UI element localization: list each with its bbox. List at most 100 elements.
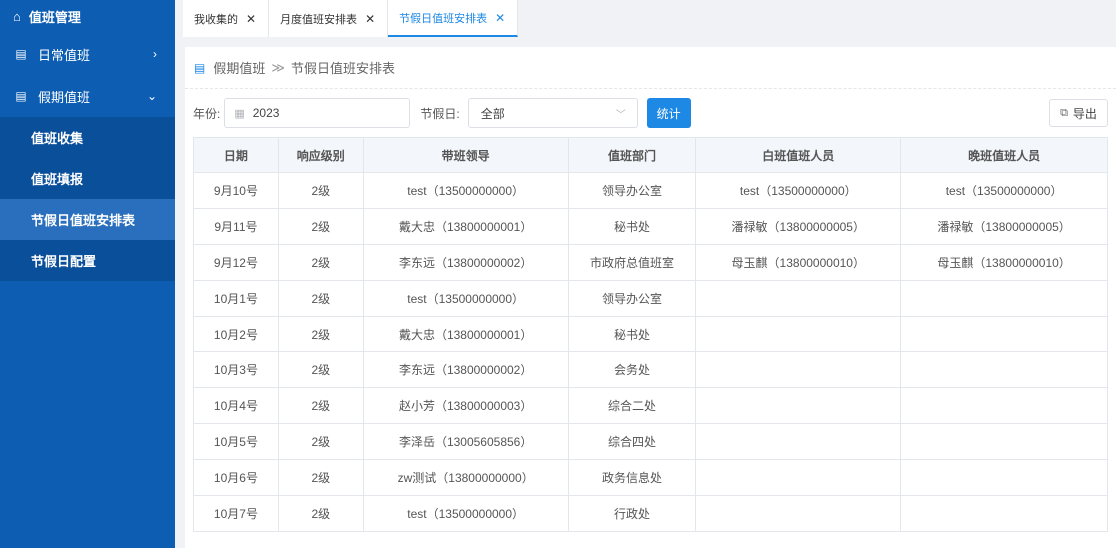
table-row[interactable]: 10月3号 2级 李东远（13800000002） 会务处 [193, 351, 1108, 389]
cell-date: 10月5号 [193, 423, 279, 461]
tab-label: 月度值班安排表 [280, 13, 358, 26]
chevron-right-icon: › [153, 47, 157, 61]
cell-leader: 赵小芳（13800000003） [362, 387, 569, 425]
column-header-day-staff[interactable]: 白班值班人员 [695, 137, 902, 173]
table-row[interactable]: 10月4号 2级 赵小芳（13800000003） 综合二处 [193, 387, 1108, 425]
column-header-department[interactable]: 值班部门 [567, 137, 697, 173]
tab-bar: 我收集的 ✕ 月度值班安排表 ✕ 节假日值班安排表 ✕ [175, 0, 1116, 37]
sidebar-item-daily-duty[interactable]: ▤ 日常值班 › [0, 33, 175, 75]
cell-leader: test（13500000000） [362, 172, 569, 209]
sidebar-item-holiday-schedule[interactable]: 节假日值班安排表 [0, 199, 175, 240]
holiday-label: 节假日: [420, 106, 460, 121]
breadcrumb-current: 节假日值班安排表 [290, 61, 395, 76]
table-row[interactable]: 9月12号 2级 李东远（13800000002） 市政府总值班室 母玉麒（138000… [193, 243, 1108, 281]
close-icon[interactable]: ✕ [246, 12, 256, 26]
cell-leader: 戴大忠（13800000001） [362, 207, 569, 245]
cell-department: 秘书处 [567, 315, 697, 353]
table-row[interactable]: 10月5号 2级 李泽岳（13005605856） 综合四处 [193, 423, 1108, 461]
year-picker[interactable]: ▦ 2023 [224, 98, 411, 128]
cell-date: 10月3号 [193, 351, 279, 389]
sidebar-header[interactable]: ⌂ 值班管理 [0, 0, 175, 33]
cell-day-staff [695, 495, 902, 532]
sidebar: ⌂ 值班管理 ▤ 日常值班 › ▤ 假期值班 ⌄ 值班收集 值班填报 节假日值班… [0, 0, 175, 548]
cell-date: 10月2号 [193, 315, 279, 353]
cell-leader: zw测试（13800000000） [362, 459, 569, 497]
cell-level: 2级 [277, 207, 364, 245]
filter-bar: 年份: ▦ 2023 节假日: 全部 ﹀ 统计 ⧉ 导出 [193, 98, 1108, 128]
document-icon: ▤ [15, 47, 27, 61]
home-icon: ⌂ [13, 9, 21, 24]
column-header-date[interactable]: 日期 [193, 137, 279, 173]
cell-date: 10月7号 [193, 495, 279, 532]
export-label: 导出 [1072, 106, 1097, 121]
cell-day-staff [695, 459, 902, 497]
cell-leader: 李东远（13800000002） [362, 243, 569, 281]
table-row[interactable]: 10月7号 2级 test（13500000000） 行政处 [193, 495, 1108, 532]
breadcrumb-parent[interactable]: 假期值班 [213, 58, 265, 77]
cell-night-staff: test（13500000000） [900, 172, 1108, 209]
tab-label: 我收集的 [194, 13, 238, 26]
sidebar-item-holiday-config[interactable]: 节假日配置 [0, 240, 175, 281]
tab-monthly-schedule[interactable]: 月度值班安排表 ✕ [269, 0, 389, 37]
export-icon: ⧉ [1060, 106, 1068, 119]
chevron-down-icon: ﹀ [615, 109, 626, 121]
close-icon[interactable]: ✕ [495, 11, 505, 25]
cell-department: 综合四处 [567, 423, 697, 461]
cell-date: 10月4号 [193, 387, 279, 425]
cell-day-staff: test（13500000000） [695, 172, 902, 209]
sidebar-item-holiday-duty[interactable]: ▤ 假期值班 ⌄ [0, 75, 175, 117]
cell-date: 9月12号 [193, 243, 279, 281]
table-row[interactable]: 9月10号 2级 test（13500000000） 领导办公室 test（135000… [193, 172, 1108, 209]
sidebar-item-label: 假期值班 [38, 89, 91, 105]
cell-day-staff [695, 351, 902, 389]
cell-leader: test（13500000000） [362, 279, 569, 317]
sidebar-item-duty-fill[interactable]: 值班填报 [0, 158, 175, 199]
cell-date: 9月10号 [193, 172, 279, 209]
tab-my-collected[interactable]: 我收集的 ✕ [183, 0, 270, 37]
cell-level: 2级 [277, 423, 364, 461]
cell-day-staff: 母玉麒（13800000010） [695, 243, 902, 281]
cell-level: 2级 [277, 315, 364, 353]
cell-night-staff: 潘禄敏（13800000005） [900, 207, 1108, 245]
table-row[interactable]: 10月6号 2级 zw测试（13800000000） 政务信息处 [193, 459, 1108, 497]
close-icon[interactable]: ✕ [365, 12, 375, 26]
document-icon: ▤ [194, 60, 206, 75]
cell-level: 2级 [277, 351, 364, 389]
cell-department: 会务处 [567, 351, 697, 389]
cell-leader: 戴大忠（13800000001） [362, 315, 569, 353]
cell-date: 10月1号 [193, 279, 279, 317]
cell-level: 2级 [277, 459, 364, 497]
table-row[interactable]: 9月11号 2级 戴大忠（13800000001） 秘书处 潘禄敏（1380000000… [193, 207, 1108, 245]
sidebar-submenu: 值班收集 值班填报 节假日值班安排表 节假日配置 [0, 117, 175, 281]
cell-level: 2级 [277, 243, 364, 281]
cell-night-staff [900, 351, 1108, 389]
cell-leader: 李东远（13800000002） [362, 351, 569, 389]
cell-night-staff [900, 459, 1108, 497]
column-header-level[interactable]: 响应级别 [277, 137, 364, 173]
cell-leader: 李泽岳（13005605856） [362, 423, 569, 461]
column-header-leader[interactable]: 带班领导 [362, 137, 569, 173]
breadcrumb-separator: ≫ [271, 59, 285, 75]
holiday-select[interactable]: 全部 ﹀ [467, 98, 638, 128]
document-icon: ▤ [15, 89, 27, 103]
cell-level: 2级 [277, 172, 364, 209]
tab-holiday-schedule[interactable]: 节假日值班安排表 ✕ [388, 0, 519, 37]
cell-level: 2级 [277, 495, 364, 532]
table-body: 9月10号 2级 test（13500000000） 领导办公室 test（135000… [193, 172, 1108, 532]
cell-department: 市政府总值班室 [567, 243, 697, 281]
cell-day-staff: 潘禄敏（13800000005） [695, 207, 902, 245]
table-header-row: 日期 响应级别 带班领导 值班部门 白班值班人员 晚班值班人员 [193, 137, 1108, 173]
sidebar-item-duty-collect[interactable]: 值班收集 [0, 117, 175, 158]
cell-department: 政务信息处 [567, 459, 697, 497]
export-button[interactable]: ⧉ 导出 [1049, 99, 1108, 127]
cell-level: 2级 [277, 387, 364, 425]
stat-button[interactable]: 统计 [646, 98, 691, 128]
table-row[interactable]: 10月1号 2级 test（13500000000） 领导办公室 [193, 279, 1108, 317]
cell-night-staff [900, 387, 1108, 425]
column-header-night-staff[interactable]: 晚班值班人员 [900, 137, 1108, 173]
cell-night-staff [900, 279, 1108, 317]
cell-department: 领导办公室 [567, 279, 697, 317]
cell-night-staff: 母玉麒（13800000010） [900, 243, 1108, 281]
table-row[interactable]: 10月2号 2级 戴大忠（13800000001） 秘书处 [193, 315, 1108, 353]
sidebar-item-label: 日常值班 [38, 47, 91, 63]
